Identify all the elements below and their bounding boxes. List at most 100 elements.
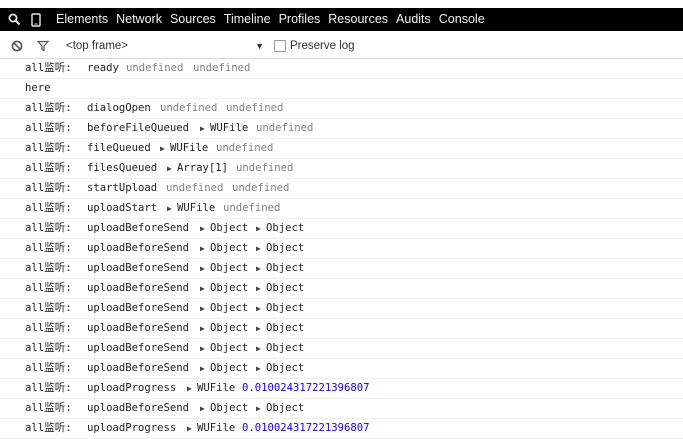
expand-triangle-icon[interactable]: ▶ (256, 399, 261, 418)
console-object-arg[interactable]: WUFile (210, 119, 248, 138)
console-message-label: all监听: (25, 282, 72, 294)
preserve-log-checkbox[interactable] (274, 40, 286, 52)
console-value-arg: undefined (166, 182, 224, 194)
console-object-arg[interactable]: Object (210, 259, 248, 278)
console-object-arg[interactable]: Object (210, 219, 248, 238)
console-event-name: uploadBeforeSend (87, 342, 190, 354)
console-event-name: uploadProgress (87, 382, 177, 394)
tab-sources[interactable]: Sources (166, 8, 220, 31)
console-event-name: uploadBeforeSend (87, 222, 190, 234)
expand-triangle-icon[interactable]: ▶ (256, 359, 261, 378)
console-message-label: all监听: (25, 182, 72, 194)
expand-triangle-icon[interactable]: ▶ (256, 239, 261, 258)
expand-triangle-icon[interactable]: ▶ (200, 239, 205, 258)
console-event-name: filesQueued (87, 162, 158, 174)
console-object-arg[interactable]: WUFile (170, 139, 208, 158)
console-message: here (0, 79, 683, 99)
console-message: all监听: startUpload undefined undefined (0, 179, 683, 199)
console-object-arg[interactable]: Object (210, 239, 248, 258)
devtools-tab-bar: Elements Network Sources Timeline Profiles Re… (0, 8, 683, 31)
console-object-arg[interactable]: Object (210, 359, 248, 378)
clear-console-icon[interactable] (4, 40, 30, 52)
console-object-arg[interactable]: WUFile (197, 419, 235, 438)
console-filter-bar: <top frame> ▼ Preserve log (0, 34, 683, 59)
console-message: all监听: uploadBeforeSend ▶ Object ▶ Object (0, 319, 683, 339)
device-mode-icon[interactable] (26, 8, 46, 31)
tab-list: Elements Network Sources Timeline Profiles Re… (52, 8, 489, 31)
expand-triangle-icon[interactable]: ▶ (200, 119, 205, 138)
console-message: all监听: dialogOpen undefined undefined (0, 99, 683, 119)
filter-icon[interactable] (30, 40, 56, 52)
tab-resources[interactable]: Resources (324, 8, 392, 31)
expand-triangle-icon[interactable]: ▶ (187, 379, 192, 398)
console-object-arg[interactable]: Object (266, 339, 304, 358)
console-object-arg[interactable]: Array[1] (177, 159, 228, 178)
console-value-arg: 0.010024317221396807 (242, 422, 370, 434)
console-message-label: all监听: (25, 62, 72, 74)
console-object-arg[interactable]: Object (266, 399, 304, 418)
console-value-arg: undefined (126, 62, 184, 74)
tab-timeline[interactable]: Timeline (220, 8, 275, 31)
console-object-arg[interactable]: Object (266, 239, 304, 258)
console-object-arg[interactable]: Object (266, 219, 304, 238)
expand-triangle-icon[interactable]: ▶ (200, 219, 205, 238)
expand-triangle-icon[interactable]: ▶ (160, 139, 165, 158)
console-event-name: uploadBeforeSend (87, 242, 190, 254)
console-value-arg: undefined (223, 202, 281, 214)
expand-triangle-icon[interactable]: ▶ (256, 319, 261, 338)
tab-network[interactable]: Network (112, 8, 166, 31)
console-object-arg[interactable]: Object (266, 279, 304, 298)
console-message-label: all监听: (25, 422, 72, 434)
console-object-arg[interactable]: Object (210, 399, 248, 418)
expand-triangle-icon[interactable]: ▶ (200, 399, 205, 418)
console-object-arg[interactable]: WUFile (177, 199, 215, 218)
frame-selector-value: <top frame> (66, 40, 129, 52)
console-object-arg[interactable]: WUFile (197, 379, 235, 398)
console-event-name: uploadBeforeSend (87, 402, 190, 414)
console-object-arg[interactable]: Object (210, 299, 248, 318)
console-value-arg: undefined (193, 62, 251, 74)
console-message: all监听: uploadBeforeSend ▶ Object ▶ Object (0, 299, 683, 319)
console-object-arg[interactable]: Object (266, 299, 304, 318)
expand-triangle-icon[interactable]: ▶ (256, 299, 261, 318)
expand-triangle-icon[interactable]: ▶ (167, 199, 172, 218)
tab-elements[interactable]: Elements (52, 8, 112, 31)
console-object-arg[interactable]: Object (266, 259, 304, 278)
console-event-name: startUpload (87, 182, 158, 194)
console-message: all监听: uploadStart ▶ WUFile undefined (0, 199, 683, 219)
console-message-label: all监听: (25, 302, 72, 314)
tab-console[interactable]: Console (435, 8, 489, 31)
console-value-arg: 0.010024317221396807 (242, 382, 370, 394)
tab-profiles[interactable]: Profiles (275, 8, 325, 31)
console-object-arg[interactable]: Object (266, 319, 304, 338)
expand-triangle-icon[interactable]: ▶ (256, 219, 261, 238)
search-icon[interactable] (4, 8, 24, 31)
console-message: all监听: uploadBeforeSend ▶ Object ▶ Object (0, 359, 683, 379)
console-message: all监听: uploadBeforeSend ▶ Object ▶ Object (0, 399, 683, 419)
console-message: all监听: filesQueued ▶ Array[1] undefined (0, 159, 683, 179)
console-value-arg: undefined (256, 122, 314, 134)
expand-triangle-icon[interactable]: ▶ (256, 339, 261, 358)
console-message: all监听: uploadBeforeSend ▶ Object ▶ Object (0, 239, 683, 259)
console-object-arg[interactable]: Object (210, 319, 248, 338)
expand-triangle-icon[interactable]: ▶ (256, 279, 261, 298)
expand-triangle-icon[interactable]: ▶ (167, 159, 172, 178)
expand-triangle-icon[interactable]: ▶ (187, 419, 192, 438)
expand-triangle-icon[interactable]: ▶ (256, 259, 261, 278)
tab-audits[interactable]: Audits (392, 8, 435, 31)
console-message: all监听: ready undefined undefined (0, 59, 683, 79)
expand-triangle-icon[interactable]: ▶ (200, 299, 205, 318)
expand-triangle-icon[interactable]: ▶ (200, 319, 205, 338)
expand-triangle-icon[interactable]: ▶ (200, 359, 205, 378)
console-object-arg[interactable]: Object (210, 279, 248, 298)
expand-triangle-icon[interactable]: ▶ (200, 259, 205, 278)
preserve-log-label: Preserve log (290, 40, 355, 52)
console-object-arg[interactable]: Object (210, 339, 248, 358)
console-object-arg[interactable]: Object (266, 359, 304, 378)
console-value-arg: undefined (226, 102, 284, 114)
console-event-name: uploadBeforeSend (87, 302, 190, 314)
console-value-arg: undefined (236, 162, 294, 174)
expand-triangle-icon[interactable]: ▶ (200, 339, 205, 358)
frame-selector[interactable]: <top frame> ▼ (66, 40, 264, 52)
expand-triangle-icon[interactable]: ▶ (200, 279, 205, 298)
